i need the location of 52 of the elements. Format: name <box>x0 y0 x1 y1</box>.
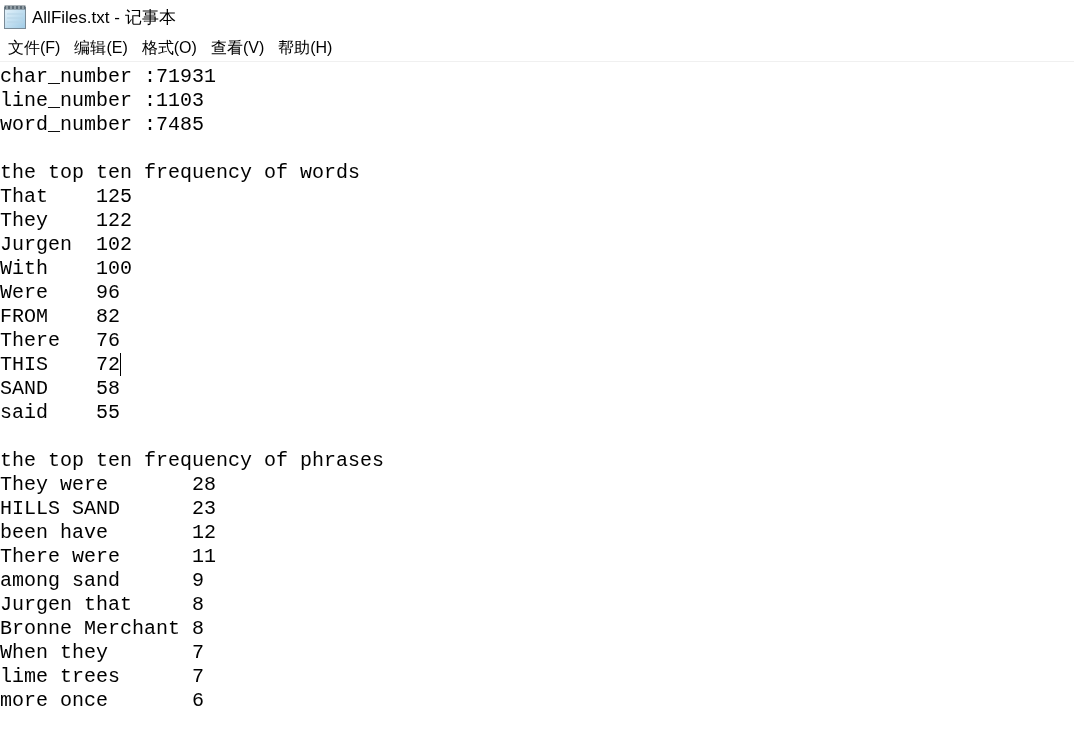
word-text: There <box>0 329 60 352</box>
count-text: 9 <box>192 569 204 593</box>
word-text: said <box>0 401 48 424</box>
menu-item[interactable]: 格式(O) <box>136 35 202 60</box>
phrase-text: When they <box>0 641 109 664</box>
word-text: Jurgen <box>0 233 72 256</box>
count-text: 7 <box>192 641 204 665</box>
phrase-text: lime trees <box>0 665 121 688</box>
phrase-text: HILLS SAND <box>0 497 121 520</box>
count-text: 6 <box>192 689 204 713</box>
phrase-text: among sand <box>0 569 121 592</box>
stat-line: word_number :7485 <box>0 113 205 136</box>
word-text: SAND <box>0 377 48 400</box>
count-text: 82 <box>96 305 120 329</box>
count-text: 72 <box>96 353 120 377</box>
count-text: 55 <box>96 401 120 425</box>
menu-item[interactable]: 编辑(E) <box>69 35 133 60</box>
count-text: 102 <box>96 233 132 257</box>
count-text: 28 <box>192 473 216 497</box>
count-text: 125 <box>96 185 132 209</box>
count-text: 11 <box>192 545 216 569</box>
count-text: 96 <box>96 281 120 305</box>
section-heading: the top ten frequency of phrases <box>0 449 385 472</box>
word-text: With <box>0 257 48 280</box>
count-text: 100 <box>96 257 132 281</box>
count-text: 7 <box>192 665 204 689</box>
count-text: 8 <box>192 593 204 617</box>
count-text: 12 <box>192 521 216 545</box>
count-text: 8 <box>192 617 204 641</box>
count-text: 23 <box>192 497 216 521</box>
menu-item[interactable]: 文件(F) <box>3 35 66 60</box>
notepad-icon <box>4 5 26 29</box>
phrase-text: Jurgen that <box>0 593 133 616</box>
section-heading: the top ten frequency of words <box>0 161 361 184</box>
phrase-text: Bronne Merchant <box>0 617 181 640</box>
window-title: AllFiles.txt - 记事本 <box>32 8 176 26</box>
word-text: THIS <box>0 353 48 376</box>
word-text: Were <box>0 281 48 304</box>
phrase-text: been have <box>0 521 109 544</box>
word-text: They <box>0 209 48 232</box>
stat-line: line_number :1103 <box>0 89 205 112</box>
menu-item[interactable]: 帮助(H) <box>273 35 338 60</box>
count-text: 122 <box>96 209 132 233</box>
word-text: FROM <box>0 305 48 328</box>
stat-line: char_number :71931 <box>0 65 217 88</box>
phrase-text: They were <box>0 473 109 496</box>
word-text: That <box>0 185 48 208</box>
phrase-text: more once <box>0 689 109 712</box>
menu-item[interactable]: 查看(V) <box>205 35 270 60</box>
count-text: 76 <box>96 329 120 353</box>
count-text: 58 <box>96 377 120 401</box>
phrase-text: There were <box>0 545 121 568</box>
